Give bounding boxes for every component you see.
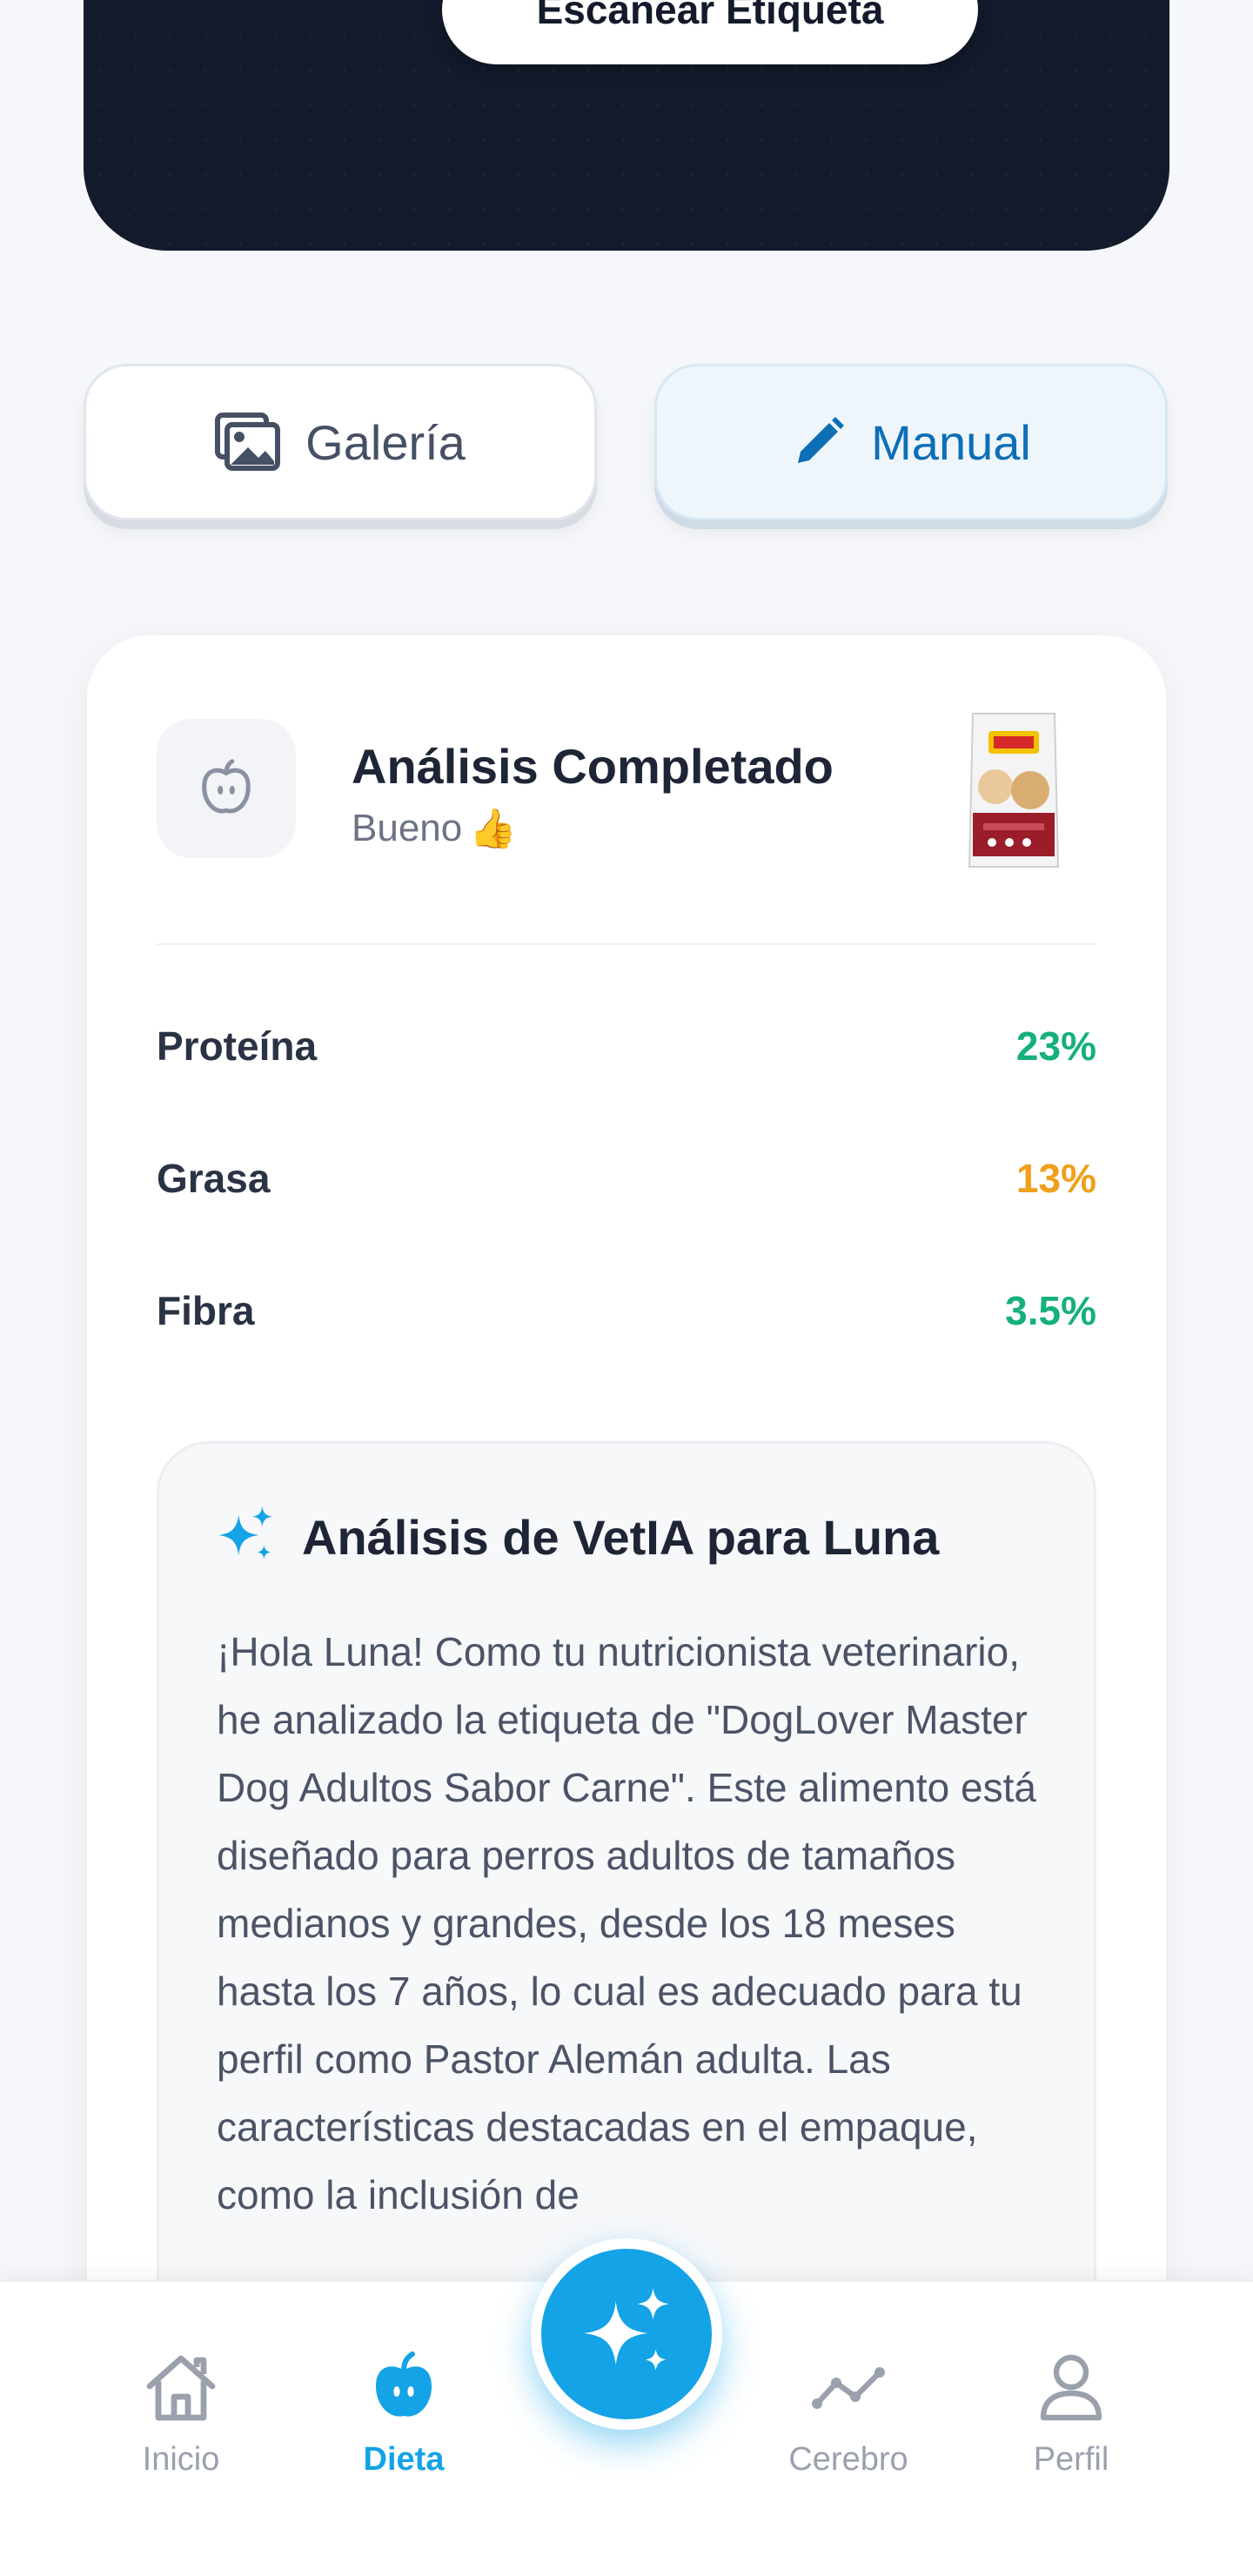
scan-label-button[interactable]: Escanear Etiqueta [442,0,978,64]
nav-label: Inicio [142,2441,220,2478]
ai-assistant-fab[interactable] [531,2238,722,2430]
rating-row: Bueno 👍 [352,806,517,851]
nav-label: Perfil [1033,2441,1109,2478]
sparkle-icon [579,2285,674,2384]
ai-analysis-header: Análisis de VetIA para Luna [215,1505,939,1570]
nutrient-value: 3.5% [1005,1288,1096,1333]
apple-outline-icon [157,719,296,858]
apple-icon [369,2351,439,2427]
nutrient-row-fiber: Fibra 3.5% [157,1276,1096,1345]
diet-scan-screen: Escanear Etiqueta Galería Manual Análisi… [0,0,1253,2576]
trend-icon [810,2351,887,2427]
nutrient-label: Grasa [157,1156,271,1201]
home-icon [143,2351,219,2427]
scan-hero: Escanear Etiqueta [84,0,1169,251]
sparkle-icon [215,1505,276,1570]
nutrient-label: Fibra [157,1288,255,1333]
nav-item-inicio[interactable]: Inicio [94,2351,268,2479]
gallery-icon [215,413,281,472]
ai-analysis-title: Análisis de VetIA para Luna [302,1510,940,1565]
nav-item-cerebro[interactable]: Cerebro [761,2351,935,2479]
thumbs-up-icon: 👍 [469,808,518,850]
nav-label: Cerebro [788,2441,908,2478]
nav-item-perfil[interactable]: Perfil [984,2351,1158,2479]
nutrient-value: 13% [1015,1156,1096,1201]
analysis-result-card: Análisis Completado Bueno 👍 Proteína 23%… [87,635,1166,2573]
card-divider [157,943,1096,945]
gallery-label: Galería [305,414,466,470]
gallery-button[interactable]: Galería [84,364,597,520]
manual-button[interactable]: Manual [654,364,1168,520]
product-thumbnail[interactable] [966,710,1062,872]
nav-label: Dieta [363,2441,445,2478]
nav-item-dieta[interactable]: Dieta [317,2351,491,2479]
nutrient-value: 23% [1015,1023,1096,1069]
nutrient-label: Proteína [157,1023,318,1069]
rating-label: Bueno [352,807,463,849]
user-icon [1036,2351,1106,2427]
ai-analysis-text: ¡Hola Luna! Como tu nutricionista veteri… [217,1629,1036,2217]
analysis-title: Análisis Completado [352,739,834,794]
manual-label: Manual [871,414,1031,470]
nutrient-row-protein: Proteína 23% [157,1011,1096,1081]
pencil-icon [791,414,847,470]
nutrient-row-fat: Grasa 13% [157,1144,1096,1213]
